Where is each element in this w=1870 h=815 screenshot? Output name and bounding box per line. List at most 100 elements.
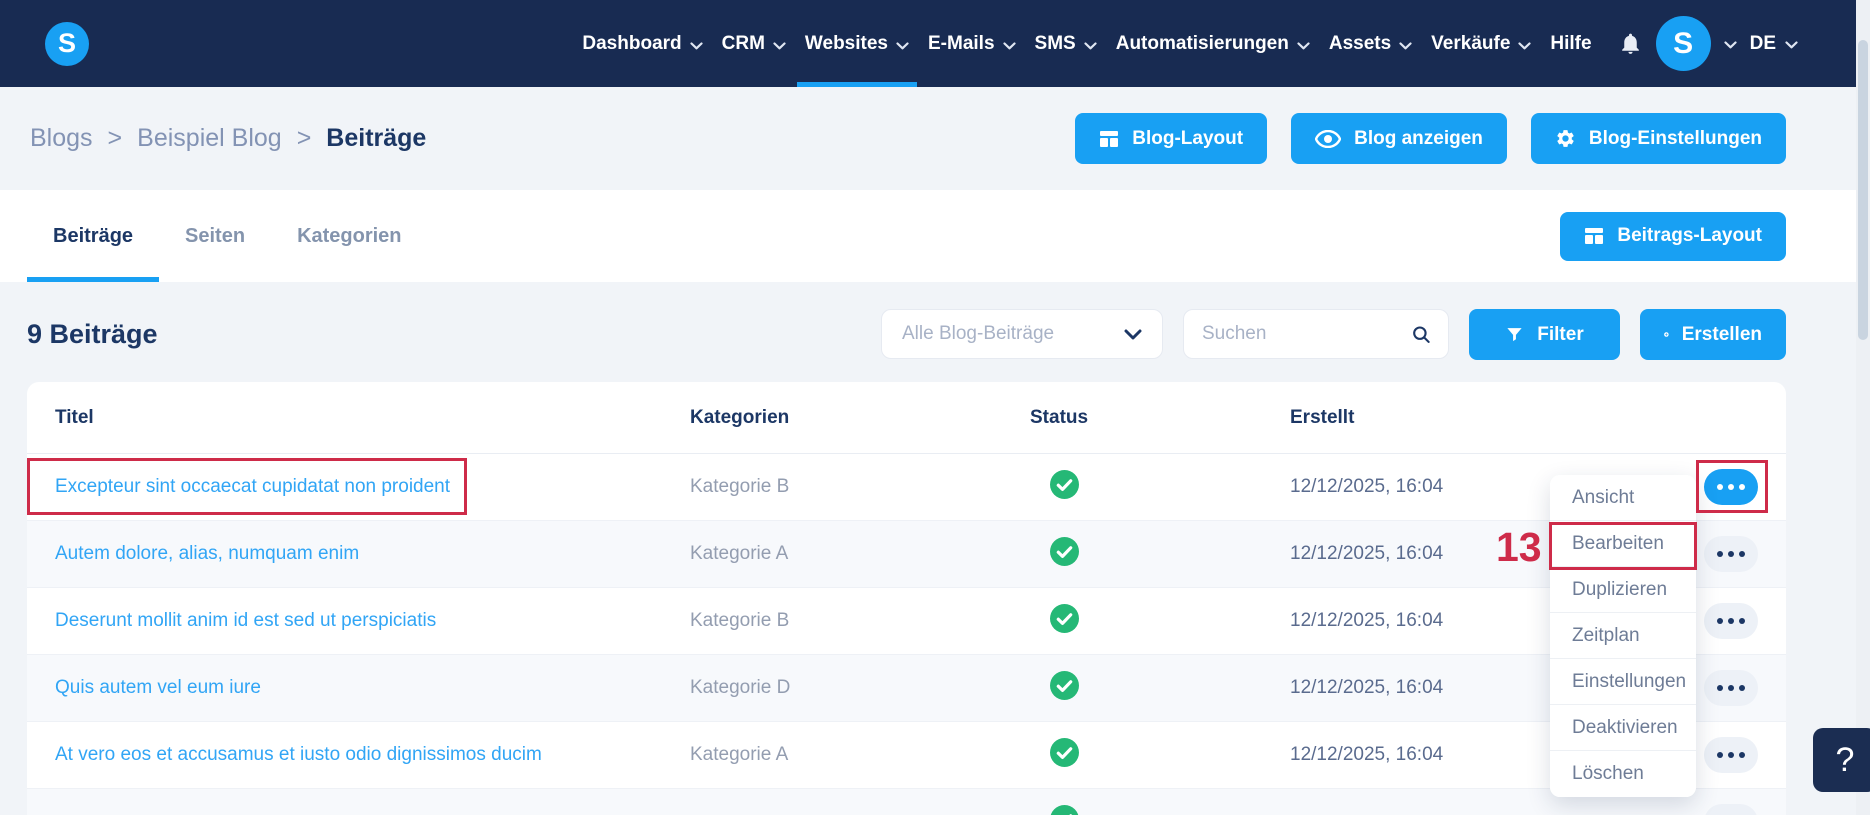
scrollbar-thumb[interactable] [1858,40,1868,340]
chevron-down-icon [1084,41,1097,49]
chevron-down-icon [773,41,786,49]
create-button[interactable]: Erstellen [1640,309,1786,360]
nav-item-label: Automatisierungen [1115,32,1289,54]
nav-item-label: CRM [721,32,765,54]
chevron-down-icon [1002,41,1016,49]
post-title-link[interactable]: At vero eos et accusamus et iusto odio d… [55,744,542,765]
toolbar-controls: Alle Blog-Beiträge Filter Erstellen [881,309,1786,360]
search-box [1183,309,1449,359]
status-published-icon [1050,737,1079,767]
post-category: Kategorie A [690,744,789,765]
tab-beiträge[interactable]: Beiträge [27,190,160,282]
gear-icon [1557,130,1574,147]
blog-settings-button[interactable]: Blog-Einstellungen [1530,113,1786,164]
column-created: Erstellt [1290,406,1355,428]
table-row: At vero eos et accusamus et iusto odio d… [27,722,1786,789]
status-published-icon [1050,804,1079,815]
tab-label: Kategorien [297,224,402,247]
tab-kategorien[interactable]: Kategorien [271,190,427,282]
nav-item-hilfe[interactable]: Hilfe [1550,0,1591,87]
nav-item-assets[interactable]: Assets [1329,0,1412,87]
row-actions-button[interactable] [1704,670,1758,706]
post-category: Kategorie A [690,543,789,564]
table-body: Excepteur sint occaecat cupidatat non pr… [27,454,1786,815]
post-title-link[interactable]: Deserunt mollit anim id est sed ut persp… [55,610,436,631]
menu-item-zeitplan[interactable]: Zeitplan [1550,613,1696,659]
status-published-icon [1050,469,1079,499]
posts-table: Titel Kategorien Status Erstellt Excepte… [27,382,1786,815]
layout-icon [1100,130,1119,147]
row-actions-menu: Ansicht Bearbeiten Duplizieren Zeitplan Eins… [1550,475,1696,797]
chevron-down-icon [1124,329,1142,339]
nav-item-automatisierungen[interactable]: Automatisierungen [1116,0,1310,87]
menu-item-bearbeiten[interactable]: Bearbeiten [1550,521,1696,567]
post-title-link[interactable]: Quis autem vel eum iure [55,677,261,698]
nav-item-crm[interactable]: CRM [722,0,786,87]
row-actions-button[interactable] [1704,469,1758,505]
chevron-down-icon [1297,41,1310,49]
nav-item-websites[interactable]: Websites [796,0,918,87]
status-published-icon [1050,670,1079,700]
status-published-icon [1050,603,1079,633]
search-icon[interactable] [1412,324,1430,345]
nav-item-dashboard[interactable]: Dashboard [582,0,703,87]
breadcrumb-beispiel-blog[interactable]: Beispiel Blog [137,124,282,153]
tab-label: Seiten [185,224,246,247]
table-header: Titel Kategorien Status Erstellt [27,382,1786,454]
blog-layout-button[interactable]: Blog-Layout [1075,113,1268,164]
nav-item-verkäufe[interactable]: Verkäufe [1431,0,1532,87]
plus-circle-icon [1664,332,1669,337]
breadcrumb-blogs[interactable]: Blogs [30,124,93,153]
post-title-link[interactable]: Excepteur sint occaecat cupidatat non pr… [55,476,450,497]
column-categories: Kategorien [690,406,790,428]
breadcrumb-separator: > [296,124,312,152]
nav-item-label: Hilfe [1550,32,1592,54]
user-avatar[interactable]: S [1655,16,1711,71]
scrollbar-track[interactable] [1856,0,1870,815]
post-category: Kategorie D [690,677,791,698]
tabs: Beiträge Seiten Kategorien [27,190,428,282]
menu-item-deaktivieren[interactable]: Deaktivieren [1550,705,1696,751]
nav-item-label: SMS [1034,32,1076,54]
help-button[interactable]: ? [1813,728,1870,792]
menu-item-einstellungen[interactable]: Einstellungen [1550,659,1696,705]
menu-item-löschen[interactable]: Löschen [1550,751,1696,797]
table-row: Excepteur sint occaecat cupidatat non pr… [27,454,1786,521]
table-row-partial [27,789,1786,815]
nav-item-label: Verkäufe [1431,32,1511,54]
blog-view-button[interactable]: Blog anzeigen [1291,113,1507,164]
chevron-down-icon[interactable] [1723,41,1737,49]
tab-seiten[interactable]: Seiten [159,190,271,282]
column-title: Titel [55,406,94,428]
filter-button[interactable]: Filter [1469,309,1620,360]
breadcrumb-bar: Blogs > Beispiel Blog > Beiträge Blog-La… [0,87,1870,190]
blog-posts-filter-select[interactable]: Alle Blog-Beiträge [881,309,1163,359]
nav-item-label: E-Mails [928,32,995,54]
row-actions-button[interactable] [1704,536,1758,572]
chevron-down-icon [1785,41,1798,49]
tab-label: Beiträge [53,224,134,247]
language-selector[interactable]: DE [1750,33,1798,55]
main-nav: Dashboard CRM Websites E-Mails SMS Autom… [582,0,1592,87]
toolbar: 9 Beiträge Alle Blog-Beiträge Filter Ers… [27,309,1786,360]
app-logo[interactable]: S [45,21,89,66]
post-category: Kategorie B [690,610,790,631]
menu-item-duplizieren[interactable]: Duplizieren [1550,567,1696,613]
nav-item-label: Dashboard [582,32,682,54]
filter-funnel-icon [1507,328,1522,342]
row-actions-button[interactable] [1704,804,1758,815]
post-layout-button[interactable]: Beitrags-Layout [1560,211,1786,261]
search-input[interactable] [1202,323,1402,345]
nav-item-e-mails[interactable]: E-Mails [928,0,1016,87]
nav-item-sms[interactable]: SMS [1035,0,1097,87]
row-actions-button[interactable] [1704,603,1758,639]
breadcrumb: Blogs > Beispiel Blog > Beiträge [30,124,426,153]
row-actions-button[interactable] [1704,737,1758,773]
chevron-down-icon [1518,41,1532,49]
nav-item-label: Websites [804,32,888,54]
eye-icon [1315,129,1342,148]
notifications-bell-icon[interactable] [1618,30,1643,57]
page-actions: Blog-Layout Blog anzeigen Blog-Einstellu… [1075,113,1786,164]
menu-item-ansicht[interactable]: Ansicht [1550,475,1696,521]
post-title-link[interactable]: Autem dolore, alias, numquam enim [55,543,359,564]
